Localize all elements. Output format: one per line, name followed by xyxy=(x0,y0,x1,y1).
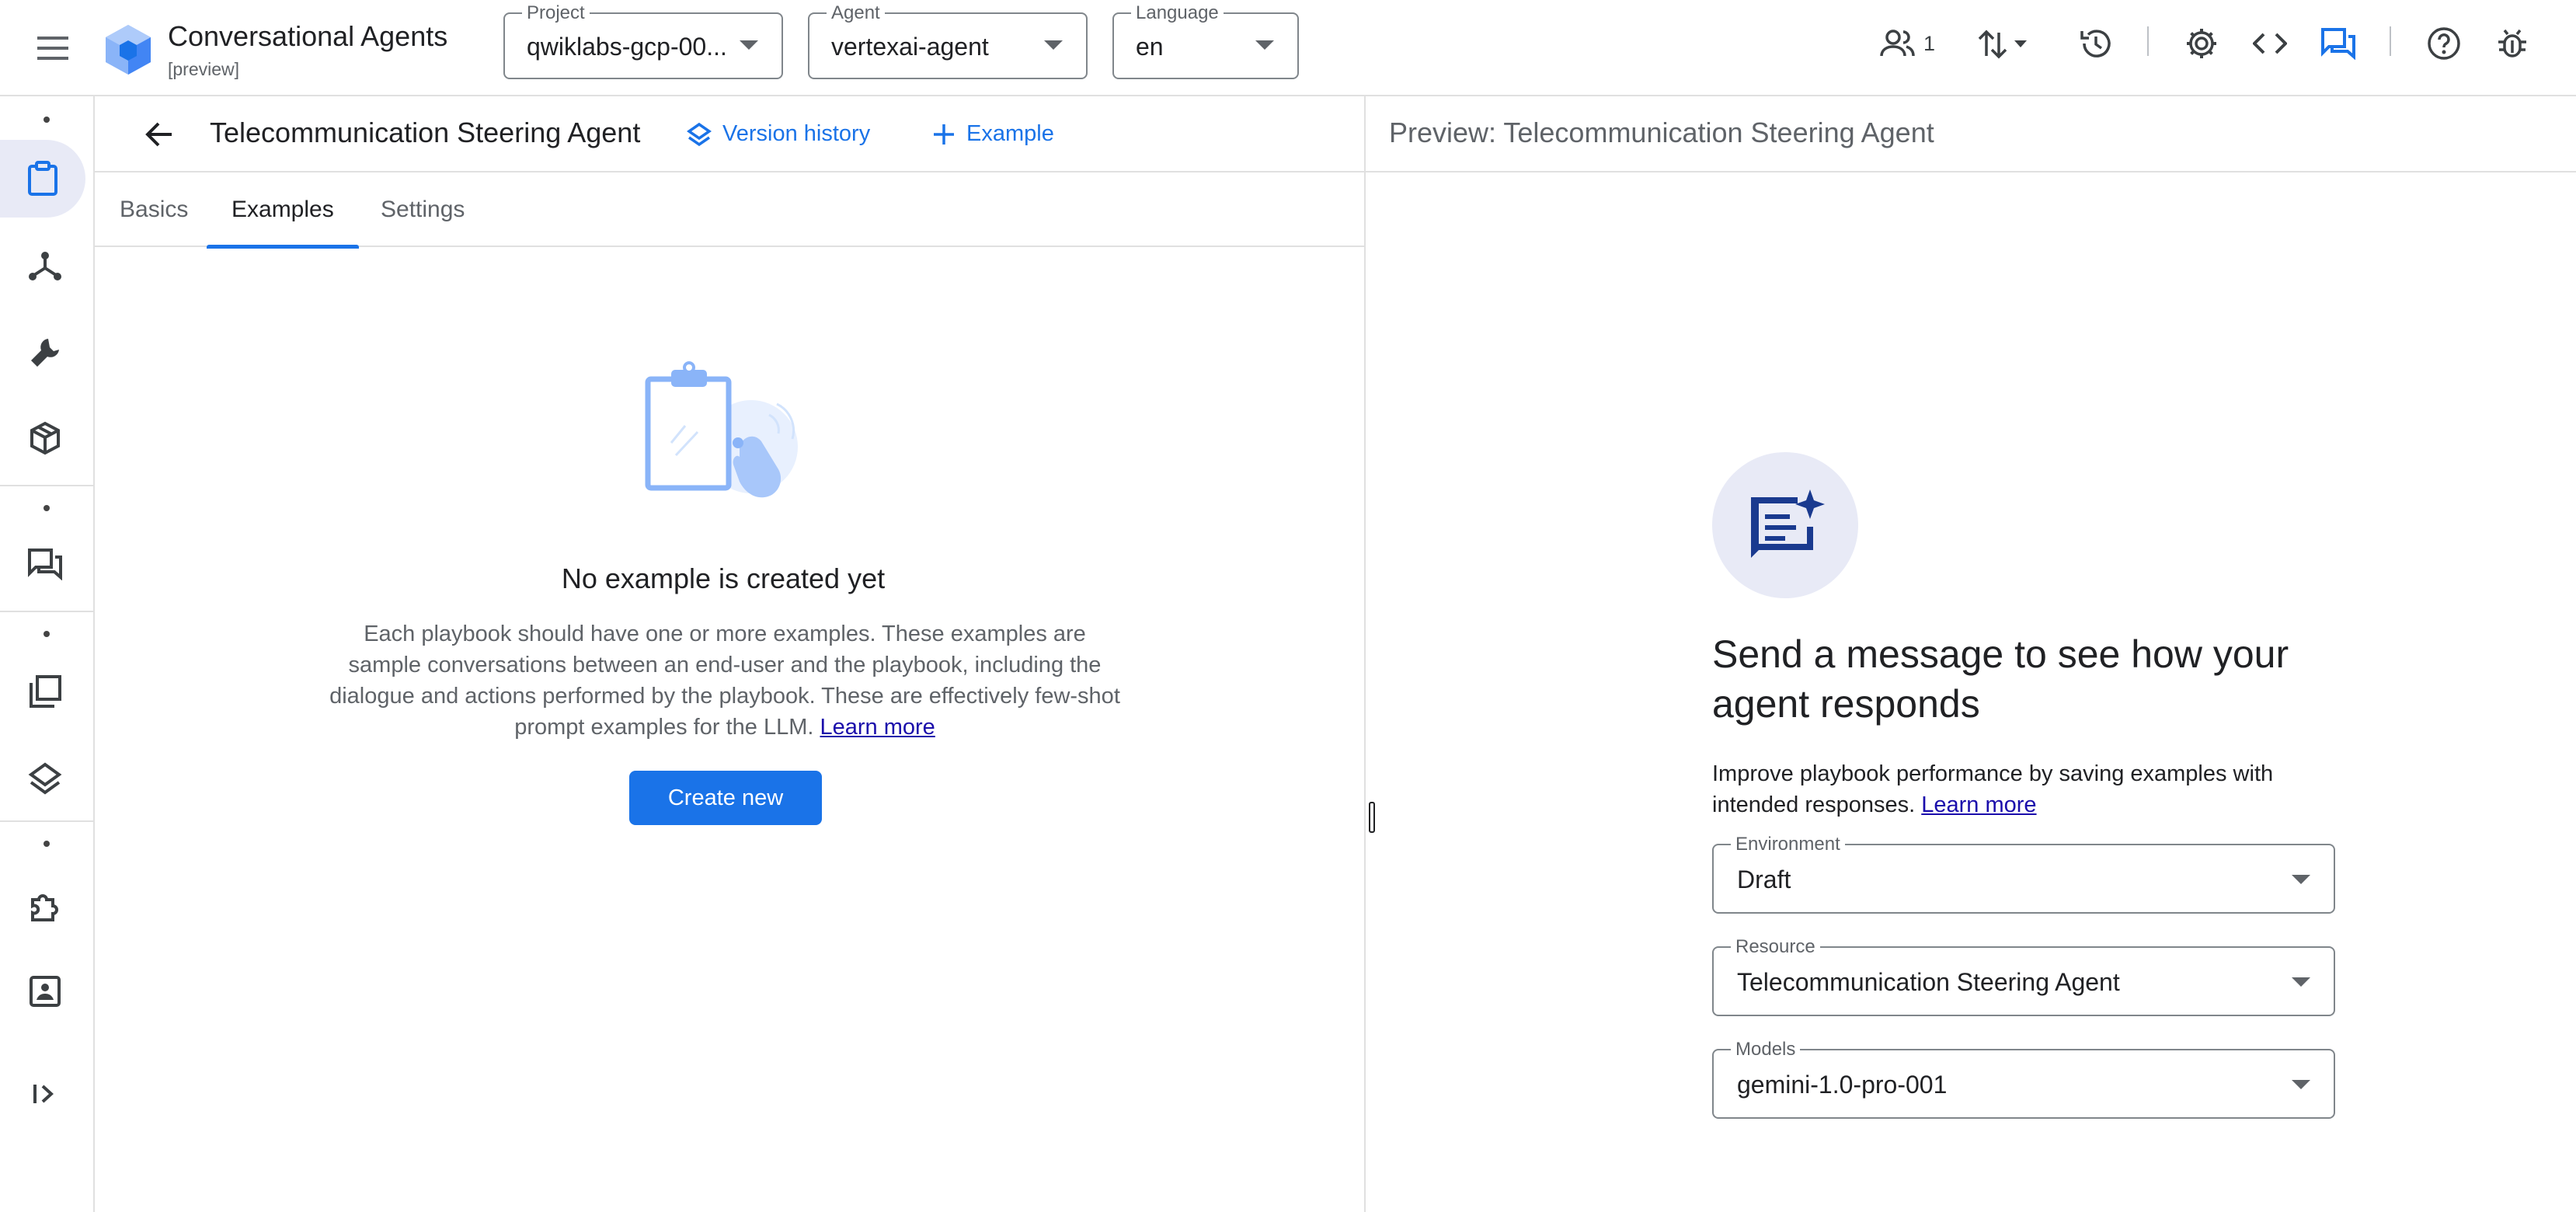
app-logo-icon xyxy=(104,23,152,76)
code-icon[interactable] xyxy=(2247,20,2293,67)
nav-dot xyxy=(44,117,50,123)
chevron-down-icon xyxy=(1255,40,1274,50)
people-icon xyxy=(1880,30,1915,57)
menu-icon[interactable] xyxy=(30,25,76,71)
preview-title: Preview: Telecommunication Steering Agen… xyxy=(1389,117,1934,148)
chat-sparkle-icon xyxy=(1712,452,1858,598)
resource-label: Resource xyxy=(1731,936,1820,958)
empty-state-description: Each playbook should have one or more ex… xyxy=(325,618,1125,743)
project-label: Project xyxy=(522,2,590,24)
agent-select[interactable]: Agent vertexai-agent xyxy=(808,2,1088,79)
chevron-down-icon xyxy=(2292,1080,2310,1089)
playbook-title: Telecommunication Steering Agent xyxy=(210,117,641,148)
agent-value: vertexai-agent xyxy=(831,33,989,61)
chevron-down-icon xyxy=(2292,977,2310,987)
models-value: gemini-1.0-pro-001 xyxy=(1737,1071,1948,1099)
divider xyxy=(2390,26,2391,56)
top-bar: Conversational Agents [preview] Project … xyxy=(0,0,2576,96)
left-nav-rail xyxy=(0,96,95,1212)
add-example-button[interactable]: Example xyxy=(932,121,1054,147)
tab-basics[interactable]: Basics xyxy=(95,172,213,247)
models-select[interactable]: Models gemini-1.0-pro-001 xyxy=(1712,1039,2335,1119)
environment-value: Draft xyxy=(1737,865,1791,893)
preview-header: Preview: Telecommunication Steering Agen… xyxy=(1366,96,2576,172)
nav-playbooks-icon[interactable] xyxy=(0,140,85,218)
playbook-editor: Telecommunication Steering Agent Version… xyxy=(95,96,1366,1212)
history-icon[interactable] xyxy=(2073,20,2119,67)
resource-select[interactable]: Resource Telecommunication Steering Agen… xyxy=(1712,936,2335,1016)
nav-library-icon[interactable] xyxy=(22,668,68,715)
language-label: Language xyxy=(1131,2,1224,24)
chat-preview-icon[interactable] xyxy=(2315,20,2362,67)
help-icon[interactable] xyxy=(2421,20,2467,67)
environment-label: Environment xyxy=(1731,834,1845,855)
chevron-down-icon xyxy=(740,40,758,50)
environment-select[interactable]: Environment Draft xyxy=(1712,834,2335,914)
layers-icon xyxy=(687,122,712,146)
plus-icon xyxy=(934,124,954,145)
preview-headline: Send a message to see how your agent res… xyxy=(1712,632,2289,726)
nav-dot xyxy=(44,841,50,847)
language-value: en xyxy=(1136,33,1164,61)
tab-settings[interactable]: Settings xyxy=(356,172,489,247)
chevron-down-icon xyxy=(1044,40,1063,50)
swap-vert-icon xyxy=(1978,30,2027,59)
nav-layers-icon[interactable] xyxy=(22,755,68,802)
nav-flows-icon[interactable] xyxy=(22,242,68,289)
nav-profile-card-icon[interactable] xyxy=(22,968,68,1015)
back-arrow-icon[interactable] xyxy=(140,115,179,154)
preview-learn-more-link[interactable]: Learn more xyxy=(1921,792,2036,817)
bug-icon[interactable] xyxy=(2489,20,2536,67)
app-subtitle: [preview] xyxy=(168,59,240,79)
nav-conversations-icon[interactable] xyxy=(22,541,68,587)
app-title: Conversational Agents xyxy=(168,20,448,52)
settings-gear-icon[interactable] xyxy=(2178,20,2225,67)
users-count: 1 xyxy=(1923,31,1936,55)
preview-subtext: Improve playbook performance by saving e… xyxy=(1712,758,2318,820)
agent-label: Agent xyxy=(827,2,885,24)
divider xyxy=(0,485,93,486)
version-history-link[interactable]: Version history xyxy=(687,121,870,147)
tab-bar: Basics Examples Settings xyxy=(95,171,1364,249)
learn-more-link[interactable]: Learn more xyxy=(820,715,935,740)
nav-tools-wrench-icon[interactable] xyxy=(22,329,68,376)
project-select[interactable]: Project qwiklabs-gcp-00... xyxy=(503,2,783,79)
users-button[interactable]: 1 xyxy=(1880,20,1950,67)
chevron-down-icon xyxy=(2292,875,2310,884)
nav-integrations-puzzle-icon[interactable] xyxy=(22,883,68,929)
project-value: qwiklabs-gcp-00... xyxy=(527,33,727,61)
preview-panel: Preview: Telecommunication Steering Agen… xyxy=(1366,96,2576,1212)
clipboard-illustration xyxy=(639,357,809,521)
language-select[interactable]: Language en xyxy=(1112,2,1299,79)
add-example-label: Example xyxy=(966,121,1054,146)
nav-data-stores-cube-icon[interactable] xyxy=(22,415,68,461)
empty-state-title: No example is created yet xyxy=(561,562,886,594)
nav-dot xyxy=(44,631,50,637)
expand-rail-icon[interactable] xyxy=(22,1071,68,1117)
nav-dot xyxy=(44,505,50,511)
create-new-button[interactable]: Create new xyxy=(629,771,822,825)
divider xyxy=(0,820,93,822)
divider xyxy=(0,611,93,612)
divider xyxy=(2147,26,2149,56)
tab-examples[interactable]: Examples xyxy=(207,172,359,249)
resource-value: Telecommunication Steering Agent xyxy=(1737,968,2120,996)
empty-state-text: Each playbook should have one or more ex… xyxy=(329,622,1120,740)
version-history-label: Version history xyxy=(722,121,871,146)
import-export-button[interactable] xyxy=(1972,20,2034,67)
models-label: Models xyxy=(1731,1039,1801,1060)
